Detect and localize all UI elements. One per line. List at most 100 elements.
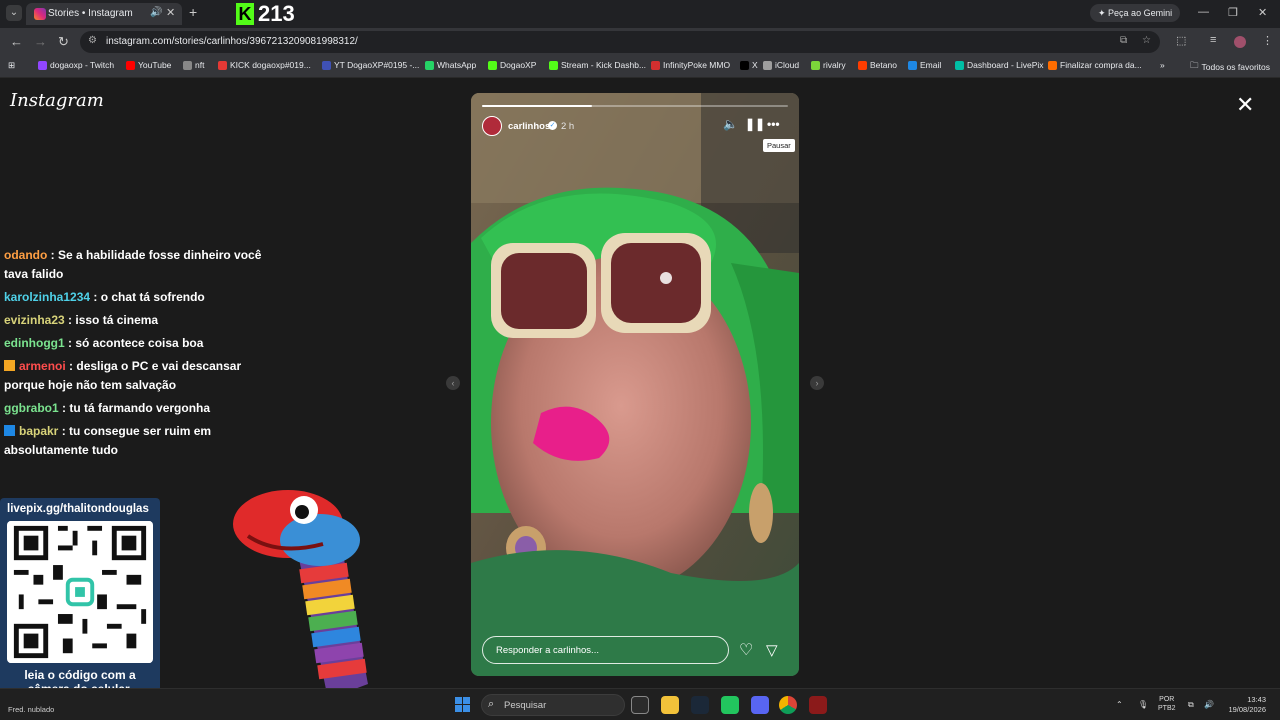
bookmark-item[interactable]: DogaoXP xyxy=(488,60,536,70)
bookmark-item[interactable]: YouTube xyxy=(126,60,171,70)
tab-audio-icon[interactable]: 🔊 xyxy=(150,7,162,18)
kick-viewer-count: 213 xyxy=(258,1,295,26)
bookmark-favicon-icon xyxy=(183,60,192,70)
previous-story-button[interactable]: ‹ xyxy=(446,376,460,390)
tab-title: Stories • Instagram xyxy=(48,8,133,19)
bookmark-item[interactable]: Email xyxy=(908,60,941,70)
clock[interactable]: 13:43 19/08/2026 xyxy=(1224,695,1266,715)
tab-close-icon[interactable]: ✕ xyxy=(166,6,175,19)
bookmark-item[interactable]: rivalry xyxy=(811,60,846,70)
bookmark-item[interactable]: X xyxy=(740,60,758,70)
bookmark-favicon-icon xyxy=(126,60,135,70)
chat-message: odando : Se a habilidade fosse dinheiro … xyxy=(4,246,269,284)
close-stories-button[interactable]: ✕ xyxy=(1236,92,1254,118)
livepix-qr-overlay: livepix.gg/thalitondouglas leia o código… xyxy=(0,498,160,700)
reply-input[interactable]: Responder a carlinhos... xyxy=(482,636,729,664)
verified-badge-icon: ✓ xyxy=(548,121,557,130)
qr-caption-line1: leia o código com a xyxy=(24,668,136,682)
file-explorer-icon[interactable] xyxy=(661,696,679,714)
bookmark-label: Finalizar compra da... xyxy=(1060,60,1142,70)
speaker-icon[interactable]: 🔊 xyxy=(1204,700,1214,709)
story-viewer[interactable]: carlinhos ✓ 2 h 🔈 ❚❚ ••• Pausar Responde… xyxy=(471,93,799,676)
bookmark-favicon-icon xyxy=(425,60,434,70)
bookmark-label: DogaoXP xyxy=(500,60,537,70)
bookmark-item[interactable]: Dashboard - LivePix xyxy=(955,60,1044,70)
window-close-button[interactable]: ✕ xyxy=(1258,6,1267,19)
bookmark-item[interactable]: Betano xyxy=(858,60,897,70)
address-bar[interactable]: ⚙ instagram.com/stories/carlinhos/396721… xyxy=(80,31,1160,53)
windows-start-icon[interactable] xyxy=(455,697,470,712)
apps-grid-icon[interactable]: ⊞ xyxy=(8,60,15,71)
bookmark-item[interactable]: KICK dogaoxp#019... xyxy=(218,60,311,70)
taskbar-search[interactable]: ⌕ Pesquisar xyxy=(481,694,625,716)
profile-avatar[interactable] xyxy=(1234,36,1246,48)
task-view-icon[interactable] xyxy=(631,696,649,714)
bookmark-item[interactable]: InfinityPoke MMO xyxy=(651,60,730,70)
bookmark-item[interactable]: YT DogaoXP#0195 -... xyxy=(322,60,419,70)
bookmark-favicon-icon xyxy=(740,60,749,70)
bookmark-item[interactable]: WhatsApp xyxy=(425,60,476,70)
pause-icon[interactable]: ❚❚ xyxy=(745,117,765,131)
bookmarks-bar: ⊞ dogaoxp - Twitch YouTube nft KICK dogaoxp… xyxy=(0,56,1280,78)
microphone-icon[interactable]: 🎙 xyxy=(1138,700,1148,709)
bookmark-star-icon[interactable]: ☆ xyxy=(1142,35,1151,46)
tab-search-button[interactable]: ⌄ xyxy=(6,5,22,21)
network-icon[interactable]: ⧉ xyxy=(1188,700,1194,710)
chat-username: ggbrabo1 xyxy=(4,401,59,415)
search-placeholder: Pesquisar xyxy=(504,700,547,711)
instagram-logo[interactable]: Instagram xyxy=(10,90,104,111)
steam-icon[interactable] xyxy=(691,696,709,714)
volume-icon[interactable]: 🔈 xyxy=(723,117,738,131)
app-icon[interactable] xyxy=(721,696,739,714)
bookmark-label: Stream - Kick Dashb... xyxy=(561,60,647,70)
weather-widget[interactable]: Fred. nublado xyxy=(8,705,54,714)
chrome-icon[interactable] xyxy=(779,696,797,714)
qr-code xyxy=(7,521,153,663)
bookmark-favicon-icon xyxy=(218,60,227,70)
chat-username: karolzinha1234 xyxy=(4,290,91,304)
send-icon[interactable]: ▽ xyxy=(766,641,778,659)
story-user-avatar[interactable] xyxy=(482,116,502,136)
story-username[interactable]: carlinhos xyxy=(508,121,550,132)
story-photo xyxy=(471,93,799,676)
new-tab-button[interactable]: + xyxy=(189,4,197,20)
install-app-icon[interactable]: ⧉ xyxy=(1120,35,1127,46)
bookmark-item[interactable]: dogaoxp - Twitch xyxy=(38,60,114,70)
bookmark-item[interactable]: Stream - Kick Dashb... xyxy=(549,60,646,70)
more-options-icon[interactable]: ••• xyxy=(767,117,780,131)
chat-badge-icon xyxy=(4,360,15,371)
clock-time: 13:43 xyxy=(1247,695,1266,704)
bookmark-favicon-icon xyxy=(1048,60,1057,70)
search-icon: ⌕ xyxy=(488,698,495,710)
discord-icon[interactable] xyxy=(751,696,769,714)
app-icon-2[interactable] xyxy=(809,696,827,714)
minimize-button[interactable]: — xyxy=(1198,6,1209,18)
bookmark-label: Dashboard - LivePix xyxy=(967,60,1044,70)
bookmark-label: YouTube xyxy=(138,60,172,70)
forward-button[interactable]: → xyxy=(34,34,47,49)
site-info-icon[interactable]: ⚙ xyxy=(88,35,97,46)
browser-tab-bar: ⌄ Stories • Instagram 🔊 ✕ + K 213 ✦ Peça… xyxy=(0,0,1280,28)
back-button[interactable]: ← xyxy=(10,34,23,49)
reading-list-icon[interactable]: ≡ xyxy=(1210,34,1216,46)
bookmark-item[interactable]: Finalizar compra da... xyxy=(1048,60,1142,70)
browser-menu-icon[interactable]: ⋮ xyxy=(1262,34,1273,47)
like-heart-icon[interactable]: ♡ xyxy=(739,640,753,660)
all-bookmarks-folder[interactable]: 🗀 Todos os favoritos xyxy=(1190,60,1270,74)
active-tab[interactable]: Stories • Instagram 🔊 ✕ xyxy=(26,3,182,25)
reload-button[interactable]: ↻ xyxy=(58,34,69,50)
next-story-button[interactable]: › xyxy=(810,376,824,390)
bookmark-item[interactable]: nft xyxy=(183,60,204,70)
more-bookmarks-icon[interactable]: » xyxy=(1160,60,1165,70)
livepix-url: livepix.gg/thalitondouglas xyxy=(7,503,149,515)
chat-username: evizinha23 xyxy=(4,313,65,327)
story-time: 2 h xyxy=(561,121,575,132)
gemini-button[interactable]: ✦ Peça ao Gemini xyxy=(1090,4,1181,22)
bookmark-favicon-icon xyxy=(651,60,660,70)
maximize-button[interactable]: ❐ xyxy=(1228,6,1238,19)
language-indicator[interactable]: POR PTB2 xyxy=(1158,695,1176,713)
chat-message: evizinha23 : isso tá cinema xyxy=(4,311,269,330)
extensions-icon[interactable]: ⬚ xyxy=(1176,34,1186,47)
tray-overflow-icon[interactable]: ⌃ xyxy=(1116,700,1123,709)
bookmark-item[interactable]: iCloud xyxy=(763,60,799,70)
